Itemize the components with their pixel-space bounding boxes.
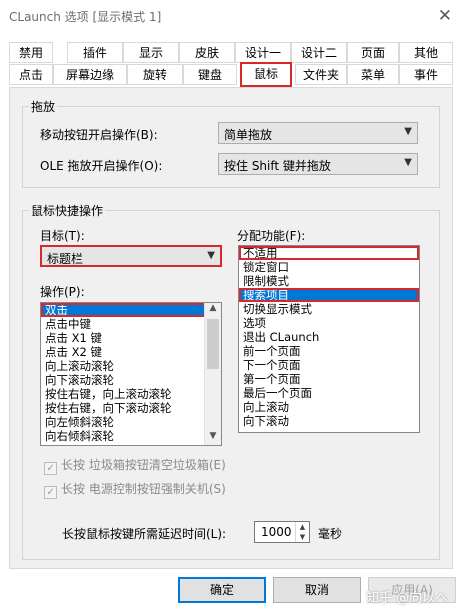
ok-button[interactable]: 确定 xyxy=(178,577,266,603)
ole-drag-value: 按住 Shift 键并拖放 xyxy=(224,159,331,173)
tab-menu[interactable]: 菜单 xyxy=(347,64,399,85)
drag-group-title: 拖放 xyxy=(29,98,58,115)
tab-screen-edge[interactable]: 屏幕边缘 xyxy=(53,64,127,85)
close-icon[interactable]: ✕ xyxy=(438,6,452,26)
operation-label: 操作(P): xyxy=(40,285,85,299)
stepper-down-icon[interactable]: ▼ xyxy=(296,532,309,542)
title-bar: CLaunch 选项 [显示模式 1] ✕ xyxy=(0,0,462,32)
chevron-down-icon: ▼ xyxy=(404,157,412,168)
function-item[interactable]: 向下滚动 xyxy=(239,414,419,428)
stepper-buttons: ▲ ▼ xyxy=(295,522,309,542)
operation-item[interactable]: 向上滚动滚轮 xyxy=(41,359,221,373)
operation-item[interactable]: 点击 X2 键 xyxy=(41,345,221,359)
target-label: 目标(T): xyxy=(40,229,85,243)
operation-item[interactable]: 按住右键，向上滚动滚轮 xyxy=(41,387,221,401)
function-item[interactable]: 限制模式 xyxy=(239,274,419,288)
stepper-up-icon[interactable]: ▲ xyxy=(296,522,309,532)
function-item[interactable]: 退出 CLaunch xyxy=(239,330,419,344)
operation-item[interactable]: 按住右键，向下滚动滚轮 xyxy=(41,401,221,415)
function-item[interactable]: 前一个页面 xyxy=(239,344,419,358)
function-item[interactable]: 下一个页面 xyxy=(239,358,419,372)
tab-page[interactable]: 页面 xyxy=(347,42,399,63)
operation-scrollbar[interactable]: ▲ ▼ xyxy=(204,303,221,445)
shortcut-group-title: 鼠标快捷操作 xyxy=(29,202,106,219)
tab-design2[interactable]: 设计二 xyxy=(291,42,347,63)
delay-label: 长按鼠标按键所需延迟时间(L): xyxy=(62,527,227,541)
ole-drag-dropdown[interactable]: 按住 Shift 键并拖放 ▼ xyxy=(218,153,418,175)
move-button-value: 简单拖放 xyxy=(224,128,273,142)
function-item[interactable]: 不适用 xyxy=(239,246,419,260)
tab-event[interactable]: 事件 xyxy=(399,64,453,85)
trash-longpress-checkbox[interactable]: ✓ 长按 垃圾箱按钮清空垃圾箱(E) xyxy=(44,456,226,475)
function-item[interactable]: 选项 xyxy=(239,316,419,330)
target-dropdown[interactable]: 标题栏 ▼ xyxy=(40,245,222,267)
function-list[interactable]: 不适用 锁定窗口 限制模式 搜索项目 切换显示模式 选项 退出 CLaunch 前一个页面 下一… xyxy=(238,245,420,433)
watermark: 知乎 @向以へ xyxy=(366,591,449,606)
tab-skin[interactable]: 皮肤 xyxy=(179,42,235,63)
operation-item[interactable]: 向左倾斜滚轮 xyxy=(41,415,221,429)
operation-item[interactable]: 点击中键 xyxy=(41,317,221,331)
trash-longpress-label: 长按 垃圾箱按钮清空垃圾箱(E) xyxy=(61,458,226,472)
function-item[interactable]: 搜索项目 xyxy=(239,288,419,302)
tab-design1[interactable]: 设计一 xyxy=(235,42,291,63)
delay-unit: 毫秒 xyxy=(318,527,343,541)
move-button-dropdown[interactable]: 简单拖放 ▼ xyxy=(218,122,418,144)
power-longpress-label: 长按 电源控制按钮强制关机(S) xyxy=(61,482,226,496)
operation-item[interactable]: 向下滚动滚轮 xyxy=(41,373,221,387)
check-icon: ✓ xyxy=(44,486,57,499)
tab-disable[interactable]: 禁用 xyxy=(9,42,53,63)
function-item[interactable]: 第一个页面 xyxy=(239,372,419,386)
operation-item[interactable]: 点击 X1 键 xyxy=(41,331,221,345)
tab-other[interactable]: 其他 xyxy=(399,42,453,63)
tab-display[interactable]: 显示 xyxy=(123,42,179,63)
chevron-down-icon: ▼ xyxy=(207,250,215,261)
function-label: 分配功能(F): xyxy=(237,229,306,243)
target-value: 标题栏 xyxy=(47,252,84,266)
function-item[interactable]: 最后一个页面 xyxy=(239,386,419,400)
delay-value: 1000 xyxy=(261,525,292,539)
function-item[interactable]: 切换显示模式 xyxy=(239,302,419,316)
tab-folder[interactable]: 文件夹 xyxy=(295,64,347,85)
tab-rotate[interactable]: 旋转 xyxy=(127,64,183,85)
window-title: CLaunch 选项 [显示模式 1] xyxy=(9,10,162,24)
tab-keyboard[interactable]: 键盘 xyxy=(183,64,237,85)
function-item[interactable]: 锁定窗口 xyxy=(239,260,419,274)
move-button-label: 移动按钮开启操作(B): xyxy=(40,128,158,142)
tab-mouse[interactable]: 鼠标 xyxy=(240,62,292,87)
scroll-down-icon[interactable]: ▼ xyxy=(205,431,221,445)
function-item[interactable]: 向上滚动 xyxy=(239,400,419,414)
scroll-up-icon[interactable]: ▲ xyxy=(205,303,221,317)
ole-drag-label: OLE 拖放开启操作(O): xyxy=(40,159,163,173)
tab-plugins[interactable]: 插件 xyxy=(67,42,123,63)
drag-group: 拖放 xyxy=(22,98,440,188)
tab-click[interactable]: 点击 xyxy=(9,64,53,85)
operation-item[interactable]: 向右倾斜滚轮 xyxy=(41,429,221,443)
operation-item[interactable]: 双击 xyxy=(41,303,221,317)
chevron-down-icon: ▼ xyxy=(404,126,412,137)
delay-stepper[interactable]: 1000 ▲ ▼ xyxy=(254,521,310,543)
scroll-thumb[interactable] xyxy=(207,319,219,369)
power-longpress-checkbox[interactable]: ✓ 长按 电源控制按钮强制关机(S) xyxy=(44,480,226,499)
check-icon: ✓ xyxy=(44,462,57,475)
cancel-button[interactable]: 取消 xyxy=(273,577,361,603)
operation-list[interactable]: 双击 点击中键 点击 X1 键点击 X2 键向上滚动滚轮 向下滚动滚轮 按住右键，向上滚… xyxy=(40,302,222,446)
tab-strip: 禁用 插件 显示 皮肤 设计一 设计二 页面 其他 点击 屏幕边缘 旋转 键盘 … xyxy=(9,42,453,88)
